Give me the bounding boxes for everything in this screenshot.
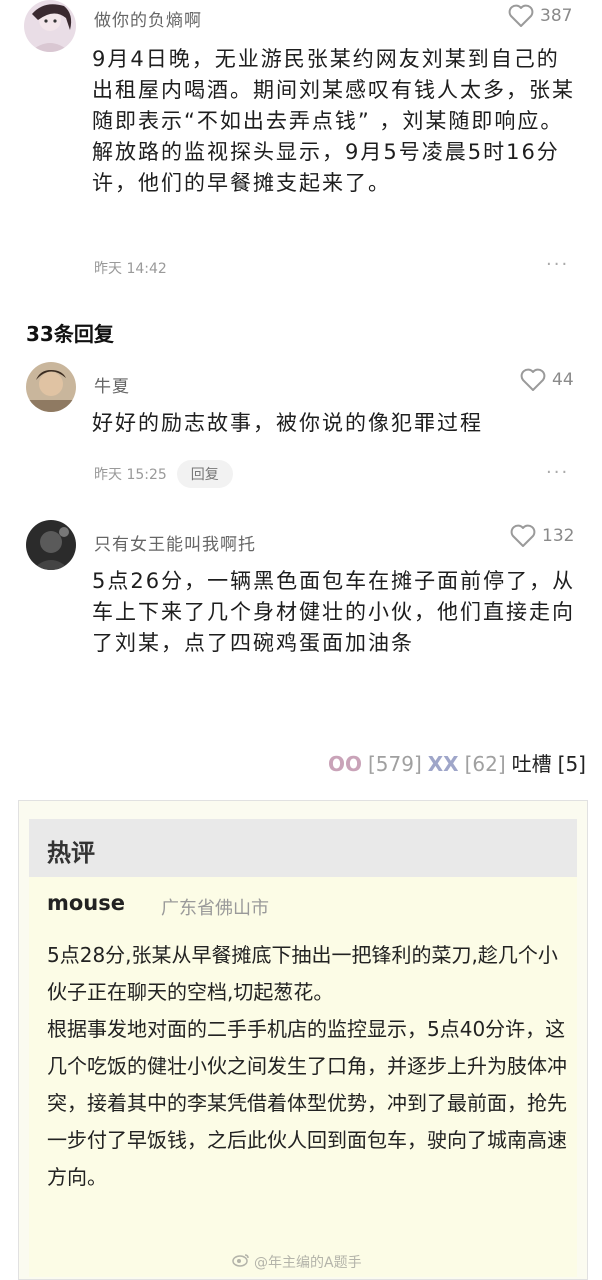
comment-username[interactable]: 牛夏 (94, 372, 130, 397)
hot-comment: mouse 广东省佛山市 5点28分,张某从早餐摊底下抽出一把锋利的菜刀,趁几个… (29, 877, 577, 1277)
xx-count: [62] (464, 752, 506, 776)
weibo-icon (232, 1253, 250, 1271)
hot-comment-location: 广东省佛山市 (161, 898, 269, 919)
reply-button[interactable]: 回复 (176, 460, 233, 488)
more-options-icon[interactable]: ··· (546, 462, 569, 483)
tucao-count: [5] (557, 752, 586, 776)
watermark-text: @年主编的A题手 (254, 1255, 362, 1271)
comment-username[interactable]: 做你的负熵啊 (94, 6, 202, 31)
comment-text: 9月4日晚，无业游民张某约网友刘某到自己的出租屋内喝酒。期间刘某感叹有钱人太多，… (92, 47, 575, 195)
like-count: 387 (540, 6, 573, 26)
comment-time: 昨天 15:25 (94, 467, 167, 483)
oo-count: [579] (367, 752, 422, 776)
watermark: @年主编的A题手 (232, 1252, 362, 1272)
hot-comment-paragraph: 根据事发地对面的二手手机店的监控显示，5点40分许，这几个吃饭的健壮小伙之间发生… (47, 1017, 567, 1189)
like-button[interactable]: 44 (520, 368, 574, 392)
comment-text: 好好的励志故事，被你说的像犯罪过程 (92, 411, 483, 435)
avatar[interactable] (26, 362, 76, 412)
hot-comment-username[interactable]: mouse (47, 891, 125, 915)
tucao-button[interactable]: 吐槽 (512, 748, 552, 777)
avatar[interactable] (26, 520, 76, 570)
replies-header: 33条回复 (26, 322, 114, 346)
comment-text: 5点26分，一辆黑色面包车在摊子面前停了，从车上下来了几个身材健壮的小伙，他们直… (92, 569, 576, 655)
hot-comment-text: 5点28分,张某从早餐摊底下抽出一把锋利的菜刀,趁几个小伙子正在聊天的空档,切起… (47, 937, 567, 1196)
hot-comment-paragraph: 5点28分,张某从早餐摊底下抽出一把锋利的菜刀,趁几个小伙子正在聊天的空档,切起… (47, 943, 558, 1004)
comment-username[interactable]: 只有女王能叫我啊托 (94, 530, 256, 555)
comment-time: 昨天 14:42 (94, 261, 167, 277)
heart-outline-icon (508, 4, 534, 28)
hot-comments-header: 热评 (29, 819, 577, 877)
xx-button[interactable]: XX (428, 752, 459, 776)
heart-outline-icon (520, 368, 546, 392)
like-count: 132 (542, 526, 575, 546)
more-options-icon[interactable]: ··· (546, 254, 569, 275)
hot-comments-card: 热评 mouse 广东省佛山市 5点28分,张某从早餐摊底下抽出一把锋利的菜刀,… (18, 800, 588, 1280)
reaction-bar: OO [579] XX [62] 吐槽 [5] (328, 748, 586, 777)
comment-meta: 昨天 15:25 回复 (94, 460, 233, 488)
hot-comments-title: 热评 (47, 839, 95, 867)
heart-outline-icon (510, 524, 536, 548)
avatar[interactable] (24, 0, 76, 52)
like-button[interactable]: 132 (510, 524, 574, 548)
like-count: 44 (552, 370, 574, 390)
oo-button[interactable]: OO (328, 752, 362, 776)
comment-meta: 昨天 14:42 (94, 258, 167, 278)
like-button[interactable]: 387 (508, 4, 572, 28)
